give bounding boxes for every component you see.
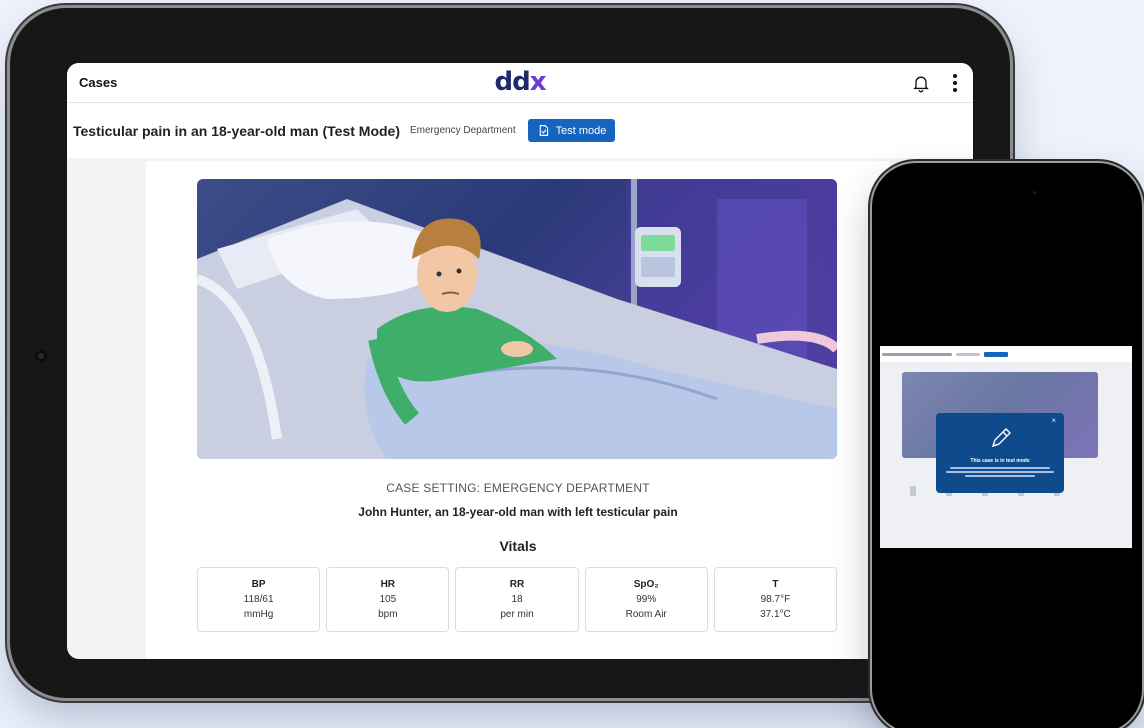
- cases-link[interactable]: Cases: [79, 75, 117, 90]
- vital-spo2: SpO₂ 99% Room Air: [584, 567, 708, 632]
- vital-unit: 37.1°C: [760, 609, 791, 620]
- vital-hr: HR 105 bpm: [326, 567, 450, 632]
- vital-value: 99%: [636, 594, 657, 605]
- patient-illustration: [197, 179, 837, 459]
- vital-rr: RR 18 per min: [455, 567, 579, 632]
- case-department: Emergency Department: [410, 125, 516, 136]
- case-content: CASE SETTING: EMERGENCY DEPARTMENT John …: [146, 161, 890, 659]
- vital-unit: Room Air: [625, 609, 667, 620]
- vital-value: 18: [511, 594, 523, 605]
- test-mode-icon: [539, 125, 548, 136]
- test-mode-button[interactable]: Test mode: [527, 119, 616, 142]
- ddx-logo[interactable]: ddx: [494, 67, 547, 97]
- vital-label: T: [772, 579, 779, 590]
- case-setting: CASE SETTING: EMERGENCY DEPARTMENT: [386, 481, 650, 495]
- vitals-row: BP 118/61 mmHg HR 105 bpm RR 18 per min …: [197, 567, 838, 632]
- vital-label: SpO₂: [633, 579, 659, 590]
- close-icon[interactable]: ×: [1051, 416, 1056, 425]
- test-mode-label: Test mode: [555, 124, 607, 137]
- vital-label: RR: [509, 579, 525, 590]
- phone-titlebar: [880, 346, 1132, 362]
- case-title: Testicular pain in an 18-year-old man (T…: [73, 122, 400, 139]
- vital-unit: mmHg: [243, 609, 274, 620]
- vital-label: HR: [380, 579, 396, 590]
- phone-test-mode-button[interactable]: [984, 351, 1008, 357]
- more-vertical-icon[interactable]: [949, 73, 961, 92]
- vital-label: BP: [251, 579, 266, 590]
- test-mode-modal: × This case is in test mode: [936, 413, 1064, 493]
- phone-device: × This case is in test mode: [872, 163, 1142, 728]
- case-titlebar: Testicular pain in an 18-year-old man (T…: [67, 103, 973, 158]
- app-header: Cases ddx: [67, 63, 973, 103]
- vital-unit: bpm: [378, 609, 398, 620]
- patient-summary: John Hunter, an 18-year-old man with lef…: [358, 505, 678, 519]
- tablet-screen: Cases ddx Testicular pain in an 18-year-…: [67, 63, 973, 659]
- modal-body: [944, 467, 1056, 481]
- tablet-device: Cases ddx Testicular pain in an 18-year-…: [10, 8, 1010, 698]
- tablet-camera: [35, 350, 47, 362]
- vitals-heading: Vitals: [499, 538, 537, 554]
- vital-unit: per min: [500, 609, 534, 620]
- phone-camera: [1033, 191, 1036, 194]
- vital-bp: BP 118/61 mmHg: [197, 567, 321, 632]
- modal-title: This case is in test mode: [970, 458, 1030, 464]
- vital-value: 98.7°F: [760, 594, 791, 605]
- vital-value: 118/61: [243, 594, 274, 605]
- pencil-icon: [991, 428, 1011, 448]
- phone-screen: × This case is in test mode: [880, 346, 1132, 548]
- bell-icon[interactable]: [911, 73, 931, 93]
- header-actions: [911, 73, 961, 93]
- logo-text: dd: [494, 67, 530, 97]
- vital-temp: T 98.7°F 37.1°C: [713, 567, 838, 632]
- phone-dept-line: [956, 352, 980, 356]
- phone-title-line: [882, 352, 952, 356]
- logo-x: x: [529, 67, 547, 97]
- vital-value: 105: [379, 594, 397, 605]
